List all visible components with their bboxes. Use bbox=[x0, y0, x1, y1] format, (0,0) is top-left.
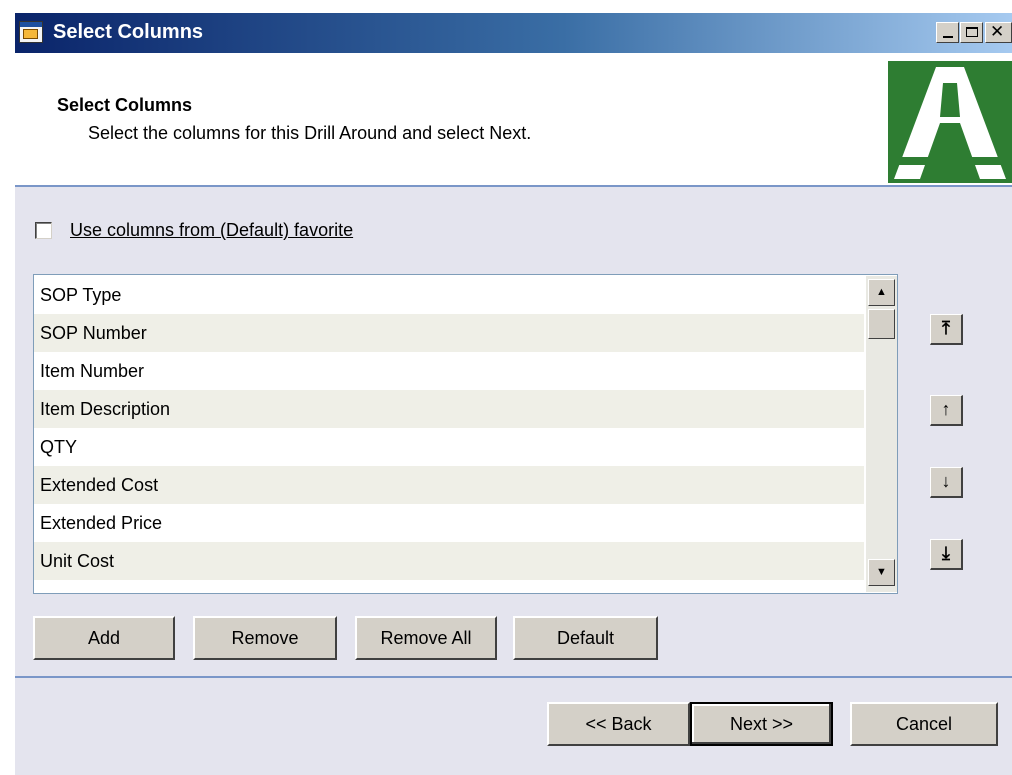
favorite-checkbox-label[interactable]: Use columns from (Default) favorite bbox=[70, 220, 353, 241]
list-scrollbar[interactable]: ▲ ▼ bbox=[866, 276, 897, 592]
minimize-button[interactable] bbox=[936, 22, 959, 43]
triangle-up-icon: ▲ bbox=[876, 286, 887, 298]
arrow-to-bottom-icon: ⤓ bbox=[942, 543, 950, 563]
page-subtitle: Select the columns for this Drill Around… bbox=[88, 123, 532, 143]
window-title: Select Columns bbox=[53, 21, 204, 43]
arrow-up-icon: ↑ bbox=[941, 399, 951, 419]
remove-button[interactable]: Remove bbox=[193, 616, 337, 660]
move-bottom-button[interactable]: ⤓ bbox=[930, 539, 963, 570]
move-down-button[interactable]: ↓ bbox=[930, 467, 963, 498]
list-item[interactable]: SOP Type bbox=[34, 276, 864, 314]
triangle-down-icon: ▼ bbox=[876, 566, 887, 578]
title-bar[interactable]: Select Columns ✕ bbox=[15, 13, 1012, 53]
arrow-to-top-icon: ⤒ bbox=[942, 318, 950, 338]
cancel-button[interactable]: Cancel bbox=[850, 702, 998, 746]
app-icon bbox=[19, 21, 43, 43]
list-item[interactable]: SOP Number bbox=[34, 314, 864, 352]
close-button[interactable]: ✕ bbox=[985, 22, 1012, 43]
wizard-header: Select Columns Select the columns for th… bbox=[15, 53, 1012, 187]
list-item[interactable]: QTY bbox=[34, 428, 864, 466]
list-item[interactable]: Unit Cost bbox=[34, 542, 864, 580]
scroll-up-button[interactable]: ▲ bbox=[868, 279, 895, 306]
columns-listbox[interactable]: SOP Type SOP Number Item Number Item Des… bbox=[33, 274, 898, 594]
list-item[interactable]: Item Description bbox=[34, 390, 864, 428]
logo-icon bbox=[888, 61, 1012, 183]
page-title: Select Columns bbox=[57, 95, 193, 115]
scroll-thumb[interactable] bbox=[868, 309, 895, 339]
favorite-checkbox[interactable] bbox=[35, 222, 52, 239]
move-up-button[interactable]: ↑ bbox=[930, 395, 963, 426]
select-columns-window: Select Columns ✕ Select Columns Select t… bbox=[15, 13, 1012, 775]
scroll-down-button[interactable]: ▼ bbox=[868, 559, 895, 586]
footer-divider bbox=[15, 676, 1012, 678]
move-top-button[interactable]: ⤒ bbox=[930, 314, 963, 345]
remove-all-button[interactable]: Remove All bbox=[355, 616, 497, 660]
maximize-button[interactable] bbox=[960, 22, 983, 43]
minimize-icon bbox=[943, 36, 953, 38]
list-item[interactable]: Extended Cost bbox=[34, 466, 864, 504]
close-icon: ✕ bbox=[990, 22, 1005, 41]
next-button[interactable]: Next >> bbox=[690, 702, 833, 746]
maximize-icon bbox=[966, 27, 978, 37]
arrow-down-icon: ↓ bbox=[941, 471, 951, 491]
back-button[interactable]: << Back bbox=[547, 702, 690, 746]
default-button[interactable]: Default bbox=[513, 616, 658, 660]
add-button[interactable]: Add bbox=[33, 616, 175, 660]
list-item[interactable]: Item Number bbox=[34, 352, 864, 390]
list-item[interactable]: Extended Price bbox=[34, 504, 864, 542]
